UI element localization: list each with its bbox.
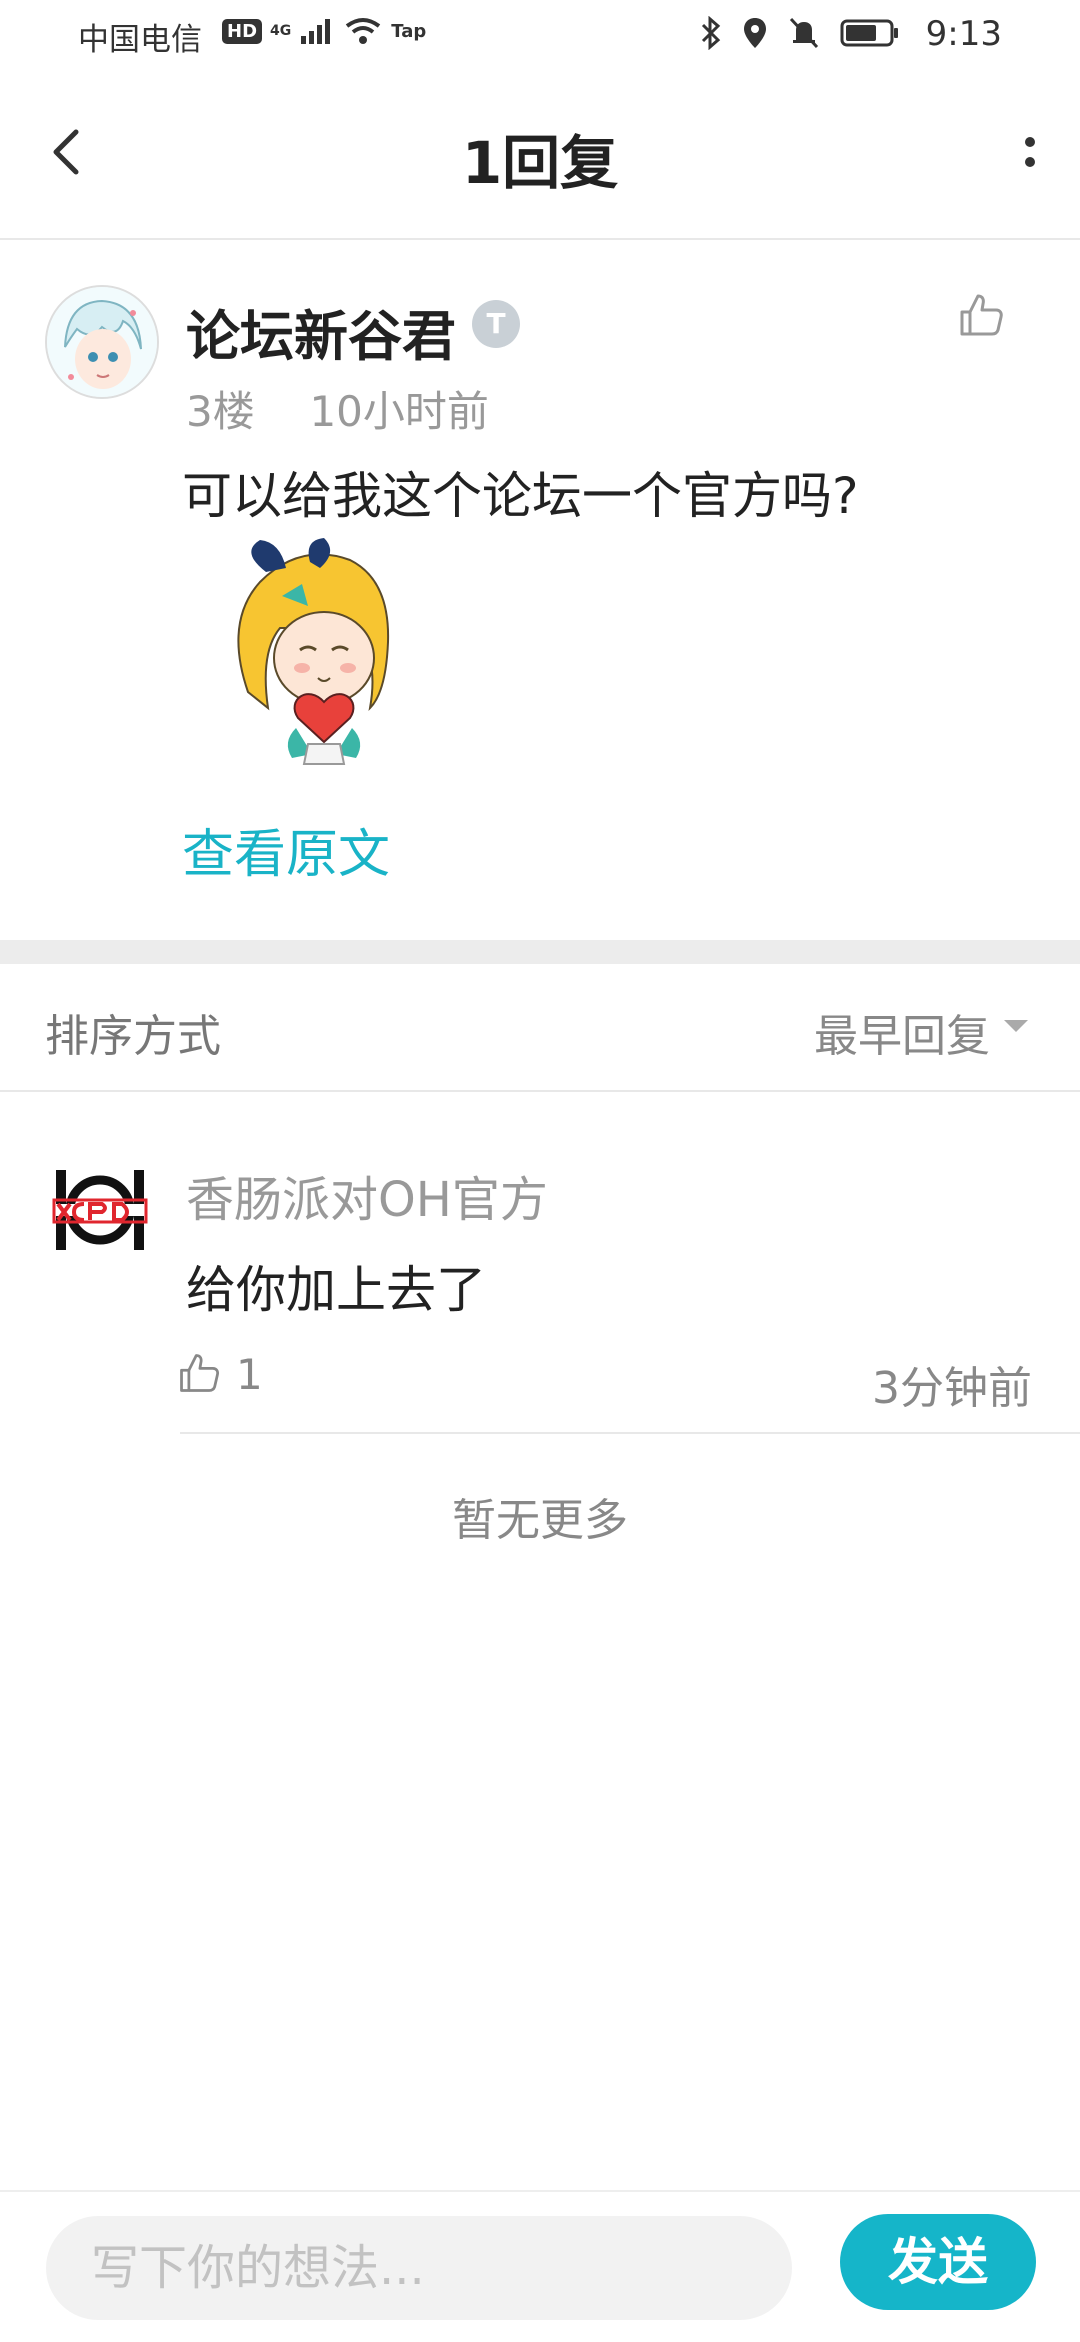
reply-time: 3分钟前 (872, 1363, 1032, 1414)
no-more-label: 暂无更多 (452, 1495, 628, 1546)
avatar-image (47, 287, 157, 397)
sort-divider (0, 1090, 1080, 1092)
mute-bell-icon (789, 17, 819, 49)
hd-badge: HD (222, 18, 263, 44)
signal-group: HD 4G Tap (222, 16, 426, 46)
wifi-icon (346, 18, 381, 44)
carrier-label: 中国电信 (78, 22, 202, 58)
view-original-link[interactable]: 查看原文 (182, 812, 390, 887)
status-bar: 中国电信 HD 4G Tap 9:13 (0, 0, 1080, 72)
page-title: 1回复 (461, 129, 619, 197)
sort-dropdown[interactable]: 最早回复 (814, 1000, 990, 1064)
signal-icon (301, 19, 331, 44)
comment-input[interactable] (46, 2216, 792, 2320)
post-author-avatar[interactable] (45, 285, 159, 399)
thumbs-up-icon (960, 294, 1003, 336)
reply-like-button[interactable] (176, 1350, 222, 1396)
post-author-name[interactable]: 论坛新谷君 (186, 292, 456, 371)
composer-bar: 发送 (0, 2190, 1080, 2342)
caret-down-icon[interactable] (1004, 1020, 1028, 1032)
level-badge: T (472, 300, 520, 348)
reply-author-avatar[interactable] (50, 1160, 150, 1260)
reply-divider (180, 1432, 1080, 1434)
post-floor: 3楼 (186, 387, 255, 436)
thumbs-up-icon (180, 1354, 219, 1392)
tap-label: Tap (391, 20, 427, 42)
post-meta: 3楼 10小时前 (186, 378, 489, 439)
more-options-button[interactable] (1010, 122, 1050, 182)
anime-girl-sticker (237, 538, 390, 765)
network-type: 4G (270, 23, 292, 39)
post-body: 可以给我这个论坛一个官方吗? (182, 467, 859, 525)
send-button[interactable]: 发送 (840, 2214, 1036, 2310)
clock: 9:13 (925, 14, 1002, 54)
post-like-button[interactable] (956, 290, 1006, 340)
battery-icon (840, 19, 898, 47)
location-icon (744, 18, 766, 48)
sort-label: 排序方式 (45, 1011, 221, 1062)
reply-like-count: 1 (236, 1350, 263, 1399)
section-divider (0, 940, 1080, 964)
sticker-image (220, 532, 420, 772)
bluetooth-icon (701, 16, 721, 50)
xcpd-logo (52, 1170, 148, 1250)
reply-author-name[interactable]: 香肠派对OH官方 (186, 1160, 548, 1230)
status-icons (700, 16, 900, 50)
more-vertical-icon (1025, 137, 1035, 167)
top-bar: 1回复 (0, 72, 1080, 240)
post-time: 10小时前 (309, 387, 489, 436)
reply-body: 给你加上去了 (186, 1261, 486, 1319)
